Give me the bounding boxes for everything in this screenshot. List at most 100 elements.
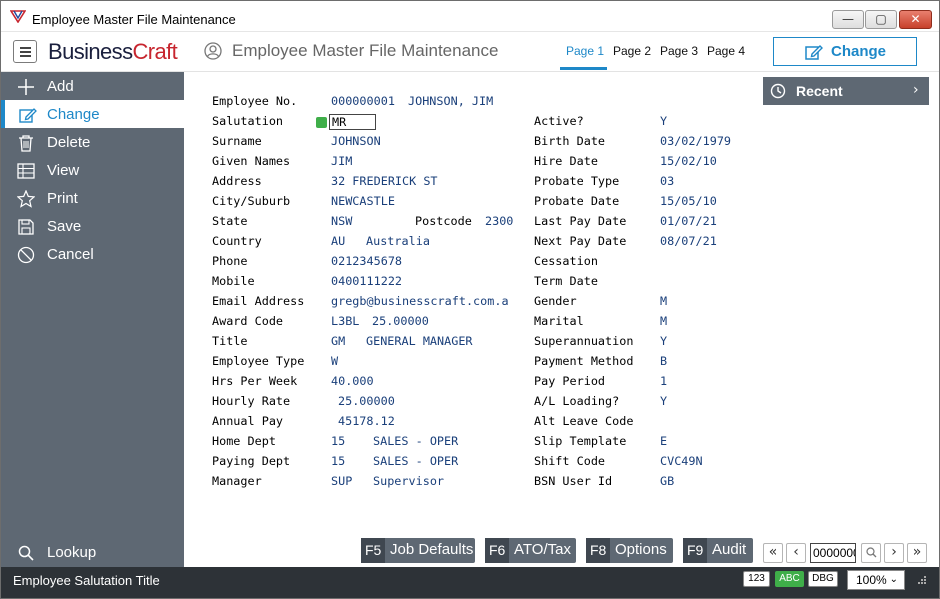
next-record-button[interactable]: › <box>884 543 904 563</box>
close-button[interactable]: ✕ <box>899 10 932 29</box>
employee-name-value: JOHNSON, JIM <box>408 94 494 108</box>
postcode-label: Postcode <box>415 214 472 228</box>
sidebar-item-delete[interactable]: Delete <box>1 128 184 156</box>
slip-template-label: Slip Template <box>534 434 627 448</box>
employee-no-label: Employee No. <box>212 94 298 108</box>
status-bar: Employee Salutation Title 123 ABC DBG 10… <box>1 567 939 598</box>
title-code-value[interactable]: GM <box>331 334 345 348</box>
clock-icon <box>770 83 786 99</box>
debug-mode-badge[interactable]: DBG <box>808 571 838 587</box>
superannuation-value[interactable]: Y <box>660 334 667 348</box>
slip-template-value[interactable]: E <box>660 434 667 448</box>
record-number-input[interactable] <box>810 543 856 563</box>
shift-code-value[interactable]: CVC49N <box>660 454 703 468</box>
last-record-button[interactable]: » <box>907 543 927 563</box>
dropdown-indicator-icon[interactable] <box>316 117 327 128</box>
edit-icon <box>805 45 823 60</box>
tab-page-4[interactable]: Page 4 <box>707 44 745 58</box>
surname-value[interactable]: JOHNSON <box>331 134 381 148</box>
mobile-value[interactable]: 0400111222 <box>331 274 402 288</box>
award-code-value[interactable]: L3BL <box>331 314 359 328</box>
country-code-value[interactable]: AU <box>331 234 345 248</box>
app-logo-icon <box>10 10 26 23</box>
award-rate-value: 25.00000 <box>372 314 429 328</box>
birth-date-label: Birth Date <box>534 134 606 148</box>
al-loading-value[interactable]: Y <box>660 394 667 408</box>
sidebar-item-view[interactable]: View <box>1 156 184 184</box>
pay-period-value[interactable]: 1 <box>660 374 667 388</box>
save-icon <box>18 219 34 235</box>
home-dept-label: Home Dept <box>212 434 276 448</box>
sidebar-item-cancel[interactable]: Cancel <box>1 240 184 268</box>
sidebar-item-change[interactable]: Change <box>1 100 184 128</box>
address-value[interactable]: 32 FREDERICK ST <box>331 174 438 188</box>
zoom-value: 100% <box>856 573 887 587</box>
bsn-user-id-value[interactable]: GB <box>660 474 674 488</box>
job-defaults-button[interactable]: F5 Job Defaults <box>361 538 475 563</box>
annual-pay-value[interactable]: 45178.12 <box>338 414 395 428</box>
hire-date-value[interactable]: 15/02/10 <box>660 154 717 168</box>
postcode-value[interactable]: 2300 <box>485 214 513 228</box>
manager-name-value: Supervisor <box>373 474 445 488</box>
manager-code-value[interactable]: SUP <box>331 474 352 488</box>
last-pay-date-value[interactable]: 01/07/21 <box>660 214 717 228</box>
employee-type-value[interactable]: W <box>331 354 338 368</box>
menu-button[interactable] <box>13 40 37 63</box>
lookup-button[interactable]: Lookup <box>1 538 184 567</box>
salutation-input[interactable] <box>329 114 376 130</box>
change-button[interactable]: Change <box>773 37 917 66</box>
next-pay-date-value[interactable]: 08/07/21 <box>660 234 717 248</box>
shift-code-label: Shift Code <box>534 454 606 468</box>
first-record-button[interactable]: « <box>763 543 783 563</box>
maximize-button[interactable]: ▢ <box>865 10 897 29</box>
payment-method-value[interactable]: B <box>660 354 667 368</box>
given-names-value[interactable]: JIM <box>331 154 352 168</box>
state-value[interactable]: NSW <box>331 214 352 228</box>
tab-page-1[interactable]: Page 1 <box>566 44 604 58</box>
birth-date-value[interactable]: 03/02/1979 <box>660 134 731 148</box>
maximize-icon: ▢ <box>875 12 887 26</box>
caps-mode-badge[interactable]: ABC <box>775 571 804 587</box>
sidebar-item-save[interactable]: Save <box>1 212 184 240</box>
chevron-right-icon: › <box>913 82 919 98</box>
mobile-label: Mobile <box>212 274 255 288</box>
numeric-mode-badge[interactable]: 123 <box>743 571 770 587</box>
city-value[interactable]: NEWCASTLE <box>331 194 395 208</box>
zoom-select[interactable]: 100% ⌄ <box>847 570 905 590</box>
active-value[interactable]: Y <box>660 114 667 128</box>
hrs-per-week-value[interactable]: 40.000 <box>331 374 374 388</box>
marital-value[interactable]: M <box>660 314 667 328</box>
home-dept-code-value[interactable]: 15 <box>331 434 345 448</box>
audit-button[interactable]: F9 Audit <box>683 538 753 563</box>
minimize-icon: — <box>842 12 854 26</box>
paying-dept-label: Paying Dept <box>212 454 291 468</box>
hourly-rate-value[interactable]: 25.00000 <box>338 394 395 408</box>
previous-record-button[interactable]: ‹ <box>786 543 806 563</box>
phone-value[interactable]: 0212345678 <box>331 254 402 268</box>
sidebar-item-print[interactable]: Print <box>1 184 184 212</box>
probate-date-value[interactable]: 15/05/10 <box>660 194 717 208</box>
state-label: State <box>212 214 248 228</box>
probate-type-value[interactable]: 03 <box>660 174 674 188</box>
tab-page-3[interactable]: Page 3 <box>660 44 698 58</box>
chevron-down-icon: ⌄ <box>889 574 898 585</box>
country-name-value: Australia <box>366 234 430 248</box>
email-value[interactable]: gregb@businesscraft.com.a <box>331 294 509 308</box>
employee-no-value: 000000001 <box>331 94 395 108</box>
sidebar-item-add[interactable]: Add <box>1 72 184 100</box>
record-search-button[interactable] <box>861 543 881 563</box>
f9-key-badge: F9 <box>683 538 708 563</box>
payment-method-label: Payment Method <box>534 354 634 368</box>
tab-page-2[interactable]: Page 2 <box>613 44 651 58</box>
options-button[interactable]: F8 Options <box>586 538 673 563</box>
user-icon <box>204 42 222 60</box>
minimize-button[interactable]: — <box>832 10 864 29</box>
close-icon: ✕ <box>910 12 921 26</box>
page-title: Employee Master File Maintenance <box>232 41 499 60</box>
ato-tax-button[interactable]: F6 ATO/Tax <box>485 538 576 563</box>
gender-value[interactable]: M <box>660 294 667 308</box>
paying-dept-code-value[interactable]: 15 <box>331 454 345 468</box>
employee-form: Recent › Employee No. 000000001 JOHNSON,… <box>184 72 939 567</box>
recent-button[interactable]: Recent › <box>763 77 929 105</box>
resize-grip-icon[interactable] <box>918 576 927 585</box>
